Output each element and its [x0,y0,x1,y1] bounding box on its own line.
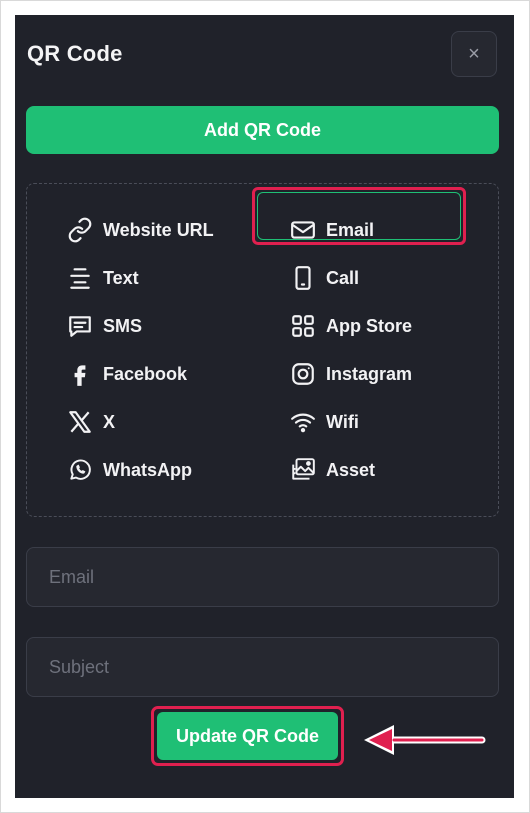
type-option-call[interactable]: Call [288,258,359,298]
facebook-icon [65,359,95,389]
subject-placeholder: Subject [49,656,110,677]
type-option-label: Facebook [103,363,188,384]
images-icon [288,455,318,485]
type-option-label: Call [326,267,360,288]
panel-title: QR Code [27,41,123,66]
x-logo-icon [65,407,95,437]
email-field[interactable]: Email [26,547,499,607]
type-option-asset[interactable]: Asset [288,450,375,490]
update-qr-code-button[interactable]: Update QR Code [157,712,338,760]
close-icon: × [468,42,480,65]
link-icon [65,215,95,245]
type-option-label: Instagram [326,363,413,384]
close-button[interactable]: × [451,31,497,77]
type-option-label: App Store [326,315,413,336]
message-icon [65,311,95,341]
email-option-selected-border [257,192,461,240]
instagram-icon [288,359,318,389]
type-option-label: WhatsApp [103,459,192,480]
type-option-facebook[interactable]: Facebook [65,354,187,394]
phone-icon [288,263,318,293]
type-option-instagram[interactable]: Instagram [288,354,412,394]
whatsapp-icon [65,455,95,485]
wifi-icon [288,407,318,437]
type-option-label: X [103,411,116,432]
type-option-label: Text [103,267,139,288]
type-option-sms[interactable]: SMS [65,306,142,346]
type-option-whatsapp[interactable]: WhatsApp [65,450,192,490]
type-option-app-store[interactable]: App Store [288,306,412,346]
type-option-wifi[interactable]: Wifi [288,402,359,442]
pointer-arrow-icon [364,725,486,755]
type-option-label: Wifi [326,411,359,432]
email-placeholder: Email [49,566,95,587]
grid-icon [288,311,318,341]
qr-code-panel: QR Code × Add QR Code Website URL Text S… [15,15,514,798]
subject-field[interactable]: Subject [26,637,499,697]
type-option-website-url[interactable]: Website URL [65,210,214,250]
type-option-label: Website URL [103,219,214,240]
text-align-icon [65,263,95,293]
type-option-label: Asset [326,459,376,480]
type-option-label: SMS [103,315,143,336]
type-option-text[interactable]: Text [65,258,139,298]
type-option-x[interactable]: X [65,402,115,442]
add-qr-code-button[interactable]: Add QR Code [26,106,499,154]
